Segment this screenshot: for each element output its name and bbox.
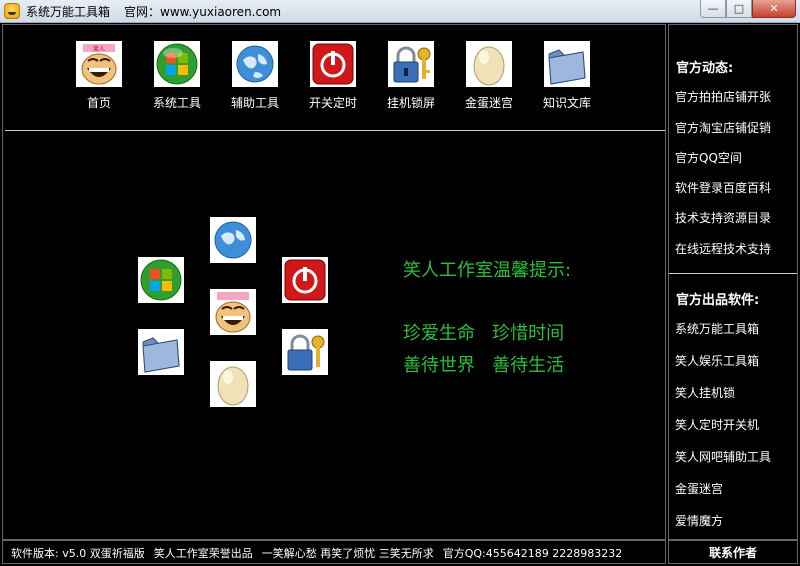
tool-timer-label: 开关定时 xyxy=(308,96,357,110)
software-link-entertainment[interactable]: 笑人娱乐工具箱 xyxy=(675,352,759,369)
software-link-love-cube[interactable]: 爱情魔方 xyxy=(675,512,723,529)
tips-title: 笑人工作室温馨提示: xyxy=(403,260,572,281)
tool-assist-label: 辅助工具 xyxy=(230,96,279,110)
tool-assist[interactable]: 辅助工具 xyxy=(220,41,290,111)
center-power-button-icon[interactable] xyxy=(282,257,328,303)
close-button[interactable]: ✕ xyxy=(752,0,796,18)
software-link-netbar[interactable]: 笑人网吧辅助工具 xyxy=(675,448,771,465)
tool-egg-maze-label: 金蛋迷宫 xyxy=(464,96,513,110)
windows-logo-icon xyxy=(154,41,200,87)
right-sidebar: 官方动态: 官方拍拍店铺开张 官方淘宝店铺促销 官方QQ空间 软件登录百度百科 … xyxy=(668,24,798,540)
news-link-taobao[interactable]: 官方淘宝店铺促销 xyxy=(675,119,771,136)
news-link-remote-support[interactable]: 在线远程技术支持 xyxy=(675,240,771,257)
minimize-icon: — xyxy=(707,2,719,15)
maximize-icon: □ xyxy=(733,2,745,15)
close-icon: ✕ xyxy=(769,2,779,15)
sidebar-divider xyxy=(669,273,797,274)
qq-text: 官方QQ:455642189 2228983232 xyxy=(442,547,623,560)
slogan-text: 一笑解心愁 再笑了烦忧 三笑无所求 xyxy=(261,547,434,560)
toolbar-divider xyxy=(5,130,665,131)
software-link-egg-maze[interactable]: 金蛋迷宫 xyxy=(675,480,723,497)
smiley-face-icon: 笑人 xyxy=(76,41,122,87)
news-link-baike[interactable]: 软件登录百度百科 xyxy=(675,179,771,196)
tool-lock[interactable]: 挂机锁屏 xyxy=(376,41,446,111)
main-panel: 笑人 首页 系统工具 辅助工具 开关定时 挂机锁屏 金蛋迷宫 知识文库 笑人工作… xyxy=(2,24,666,540)
news-title: 官方动态: xyxy=(676,61,734,76)
maximize-button[interactable]: □ xyxy=(726,0,752,18)
center-windows-logo-icon[interactable] xyxy=(138,257,184,303)
software-link-lock[interactable]: 笑人挂机锁 xyxy=(675,384,735,401)
tool-system-label: 系统工具 xyxy=(152,96,201,110)
tool-knowledge[interactable]: 知识文库 xyxy=(532,41,602,111)
software-link-toolbox[interactable]: 系统万能工具箱 xyxy=(675,320,759,337)
tips-line-2: 善待世界 善待生活 xyxy=(403,355,565,376)
title-bar: 系统万能工具箱 官网：www.yuxiaoren.com — □ ✕ xyxy=(0,0,800,23)
minimize-button[interactable]: — xyxy=(700,0,726,18)
version-text: 软件版本: v5.0 双蛋祈福版 xyxy=(11,547,145,560)
padlock-key-icon xyxy=(388,41,434,87)
center-golden-egg-icon[interactable] xyxy=(210,361,256,407)
center-smiley-face-icon[interactable] xyxy=(210,289,256,335)
window-controls: — □ ✕ xyxy=(700,0,796,18)
tool-home[interactable]: 笑人 首页 xyxy=(64,41,134,111)
tool-knowledge-label: 知识文库 xyxy=(542,96,591,110)
folder-icon xyxy=(544,41,590,87)
tool-toolbar: 笑人 首页 系统工具 辅助工具 开关定时 挂机锁屏 金蛋迷宫 知识文库 xyxy=(3,25,667,131)
golden-egg-icon xyxy=(466,41,512,87)
news-link-qq-space[interactable]: 官方QQ空间 xyxy=(675,149,742,166)
software-title: 官方出品软件: xyxy=(676,293,760,308)
official-site-label: 官网：www.yuxiaoren.com xyxy=(124,5,282,19)
news-link-paipai[interactable]: 官方拍拍店铺开张 xyxy=(675,88,771,105)
studio-text: 笑人工作室荣誉出品 xyxy=(153,547,253,560)
tips-line-1: 珍爱生命 珍惜时间 xyxy=(403,323,565,344)
power-button-icon xyxy=(310,41,356,87)
center-globe-icon[interactable] xyxy=(210,217,256,263)
window-title: 系统万能工具箱 官网：www.yuxiaoren.com xyxy=(26,3,295,20)
software-link-timer[interactable]: 笑人定时开关机 xyxy=(675,416,759,433)
globe-icon xyxy=(232,41,278,87)
svg-text:笑人: 笑人 xyxy=(93,45,105,53)
app-title: 系统万能工具箱 xyxy=(26,5,111,19)
tool-timer[interactable]: 开关定时 xyxy=(298,41,368,111)
status-bar: 软件版本: v5.0 双蛋祈福版 笑人工作室荣誉出品 一笑解心愁 再笑了烦忧 三笑无… xyxy=(2,540,666,564)
center-folder-icon[interactable] xyxy=(138,329,184,375)
contact-author-button[interactable]: 联系作者 xyxy=(668,540,798,564)
tool-egg-maze[interactable]: 金蛋迷宫 xyxy=(454,41,524,111)
app-smiley-icon xyxy=(4,3,20,19)
tool-home-label: 首页 xyxy=(86,96,111,110)
center-padlock-key-icon[interactable] xyxy=(282,329,328,375)
status-text: 软件版本: v5.0 双蛋祈福版 笑人工作室荣誉出品 一笑解心愁 再笑了烦忧 三笑无… xyxy=(11,545,631,561)
news-link-support-dir[interactable]: 技术支持资源目录 xyxy=(675,209,771,226)
tool-system[interactable]: 系统工具 xyxy=(142,41,212,111)
tool-lock-label: 挂机锁屏 xyxy=(386,96,435,110)
